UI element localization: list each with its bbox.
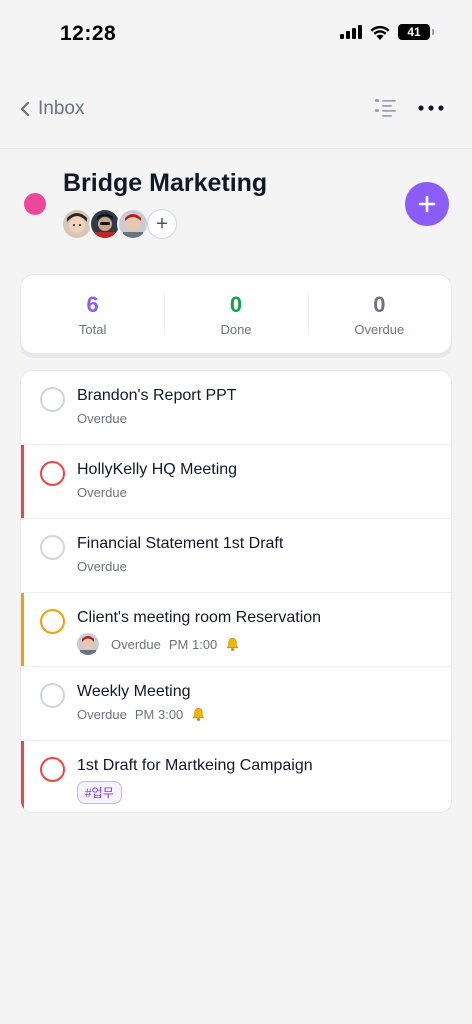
battery-icon: 41 <box>398 24 430 40</box>
stat-label: Done <box>220 321 252 337</box>
stat-value: 0 <box>373 291 386 317</box>
task-checkbox[interactable] <box>40 387 65 412</box>
avatar[interactable] <box>117 208 149 240</box>
assignee-avatar <box>77 633 99 655</box>
cellular-signal-icon <box>340 25 362 39</box>
chevron-left-icon <box>20 101 30 117</box>
task-title: Client's meeting room Reservation <box>77 609 322 626</box>
priority-indicator <box>21 519 24 592</box>
task-checkbox[interactable] <box>40 535 65 560</box>
plus-icon <box>418 195 436 213</box>
task-time: PM 3:00 <box>134 707 184 722</box>
task-checkbox[interactable] <box>40 609 65 634</box>
task-list: Brandon's Report PPT Overdue HollyKelly … <box>20 370 452 813</box>
wifi-icon <box>370 25 390 40</box>
stat-label: Overdue <box>354 321 405 337</box>
task-item[interactable]: Weekly Meeting Overdue PM 3:00 <box>21 667 451 741</box>
task-checkbox[interactable] <box>40 683 65 708</box>
status-icons: 41 <box>340 24 434 40</box>
bell-icon <box>192 708 205 721</box>
task-status: Overdue <box>77 411 127 426</box>
task-meta: Overdue PM 3:00 <box>77 707 206 722</box>
task-meta: Overdue <box>77 411 127 426</box>
task-status: Overdue <box>77 707 127 722</box>
project-title: Bridge Marketing <box>63 169 268 197</box>
task-title: HollyKelly HQ Meeting <box>77 461 238 478</box>
back-button[interactable]: Inbox <box>20 98 84 120</box>
task-status: Overdue <box>77 485 127 500</box>
nav-divider <box>0 148 472 149</box>
task-item[interactable]: 1st Draft for Martkeing Campaign #업무 <box>21 741 451 812</box>
more-options-icon[interactable] <box>418 105 444 111</box>
task-item[interactable]: Financial Statement 1st Draft Overdue <box>21 519 451 593</box>
task-tag[interactable]: #업무 <box>77 781 122 804</box>
stat-label: Total <box>78 321 107 337</box>
priority-indicator <box>21 741 24 812</box>
battery-level: 41 <box>407 25 421 39</box>
task-title: Weekly Meeting <box>77 683 191 700</box>
task-title: Financial Statement 1st Draft <box>77 535 284 552</box>
priority-indicator <box>21 667 24 740</box>
task-meta: Overdue PM 1:00 <box>77 633 240 655</box>
priority-indicator <box>21 593 24 666</box>
task-meta: #업무 <box>77 781 122 804</box>
task-status: Overdue <box>77 559 127 574</box>
task-checkbox[interactable] <box>40 757 65 782</box>
add-task-button[interactable] <box>405 182 449 226</box>
task-checkbox[interactable] <box>40 461 65 486</box>
bell-icon <box>226 637 239 651</box>
task-title: 1st Draft for Martkeing Campaign <box>77 757 313 774</box>
nav-bar: Inbox <box>0 80 472 140</box>
battery-cap <box>432 29 434 35</box>
task-title: Brandon's Report PPT <box>77 387 237 404</box>
nav-actions <box>374 98 444 118</box>
task-item[interactable]: HollyKelly HQ Meeting Overdue <box>21 445 451 519</box>
priority-indicator <box>21 445 24 518</box>
stat-value: 0 <box>229 291 243 317</box>
add-member-button[interactable]: + <box>147 209 177 239</box>
stat-total[interactable]: 6 Total <box>21 275 164 353</box>
stat-value: 6 <box>86 291 99 317</box>
status-bar: 12:28 41 <box>0 0 472 70</box>
project-color-dot <box>24 193 46 215</box>
status-time: 12:28 <box>60 22 117 45</box>
stats-card: 6 Total 0 Done 0 Overdue <box>20 274 452 354</box>
task-item[interactable]: Client's meeting room Reservation Overdu… <box>21 593 451 667</box>
task-item[interactable]: Brandon's Report PPT Overdue <box>21 371 451 445</box>
stat-overdue[interactable]: 0 Overdue <box>307 275 451 353</box>
task-time: PM 1:00 <box>168 636 218 652</box>
member-list: + <box>61 208 177 240</box>
task-meta: Overdue <box>77 559 127 574</box>
stat-done[interactable]: 0 Done <box>164 275 307 353</box>
priority-indicator <box>21 371 24 444</box>
task-status: Overdue <box>111 636 161 652</box>
list-view-icon[interactable] <box>374 98 398 118</box>
task-meta: Overdue <box>77 485 127 500</box>
back-label: Inbox <box>38 98 85 119</box>
